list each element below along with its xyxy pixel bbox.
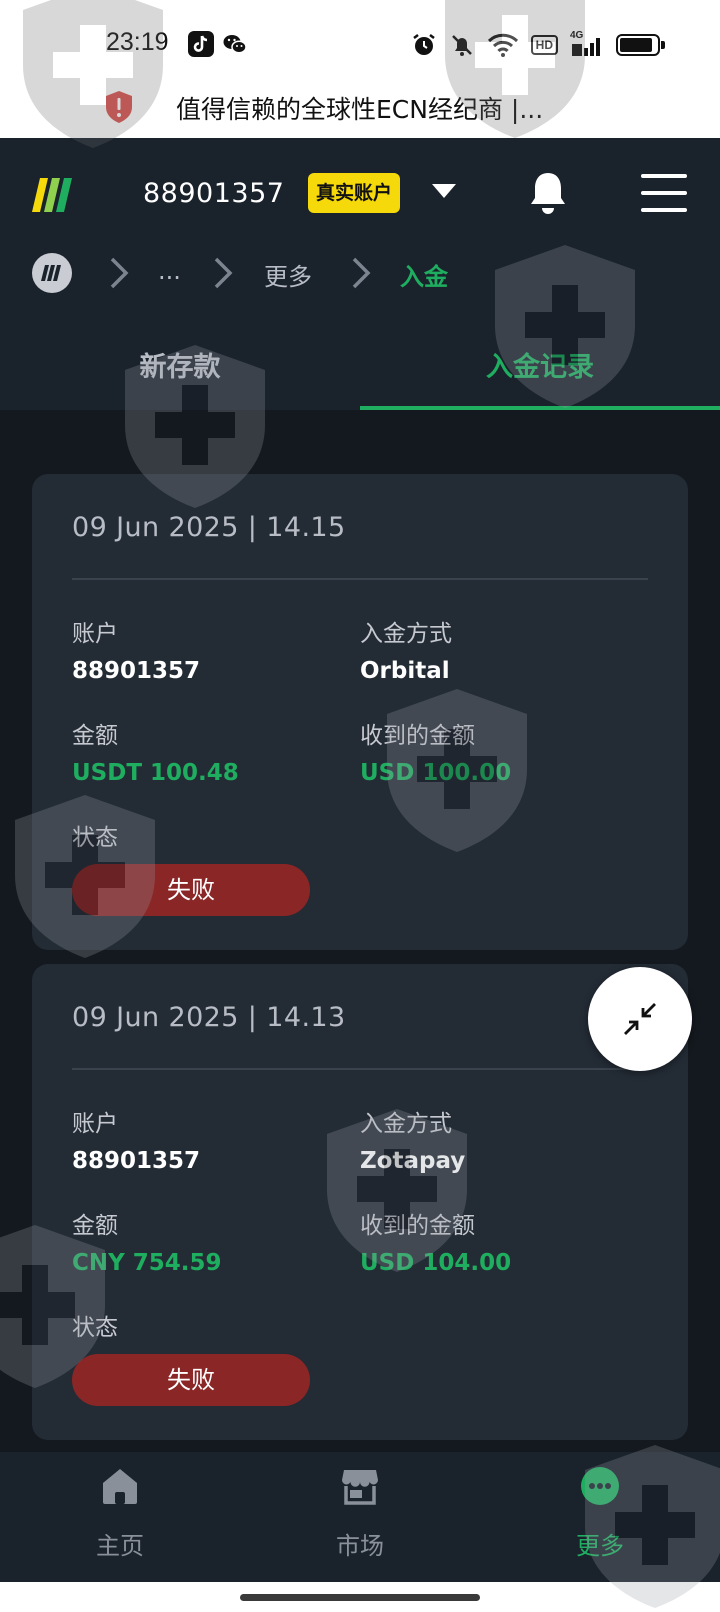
account-label: 账户 <box>72 621 118 647</box>
method-value: Zotapay <box>360 1148 466 1174</box>
received-label: 收到的金额 <box>360 1213 475 1239</box>
brand-logo[interactable] <box>32 178 72 212</box>
deposit-datetime: 09 Jun 2025 | 14.15 <box>72 512 346 543</box>
home-icon <box>103 1469 137 1504</box>
mute-icon <box>451 35 472 56</box>
collapse-arrows-icon <box>624 1003 656 1035</box>
status-label: 状态 <box>72 1315 118 1341</box>
tab-deposit-history[interactable]: 入金记录 <box>360 340 720 410</box>
bell-icon[interactable] <box>528 170 568 214</box>
account-value: 88901357 <box>72 1148 201 1174</box>
battery-fill <box>620 38 652 52</box>
amount-label: 金额 <box>72 1213 118 1239</box>
nav-item-more[interactable]: 更多 <box>480 1452 720 1582</box>
hd-icon: HD <box>530 35 558 55</box>
app-header: 88901357 真实账户 ... 更多 入金 新存款 入金记录 <box>0 138 720 410</box>
menu-icon[interactable] <box>641 174 687 212</box>
browser-title-bar: 值得信赖的全球性ECN经纪商 |... <box>0 80 720 138</box>
method-label: 入金方式 <box>360 1111 452 1137</box>
breadcrumb-current: 入金 <box>400 263 448 291</box>
amount-label: 金额 <box>72 723 118 749</box>
deposit-record-card: 09 Jun 2025 | 14.15 账户 88901357 入金方式 Orb… <box>32 474 688 950</box>
account-label: 账户 <box>72 1111 118 1137</box>
tiktok-icon <box>188 31 214 57</box>
security-warning-icon[interactable] <box>104 90 134 124</box>
deposit-datetime: 09 Jun 2025 | 14.13 <box>72 1002 346 1033</box>
tab-new-deposit[interactable]: 新存款 <box>0 340 360 410</box>
breadcrumb-more[interactable]: 更多 <box>264 257 312 292</box>
received-value: USD 100.00 <box>360 760 512 786</box>
received-value: USD 104.00 <box>360 1250 512 1276</box>
alarm-icon <box>412 34 435 55</box>
more-icon <box>581 1467 619 1505</box>
battery-icon <box>616 34 665 56</box>
nav-label-more: 更多 <box>576 1532 624 1560</box>
nav-item-home[interactable]: 主页 <box>0 1452 240 1582</box>
chevron-right-icon <box>352 257 371 289</box>
account-type-badge: 真实账户 <box>308 173 401 213</box>
amount-value: CNY 754.59 <box>72 1250 222 1276</box>
breadcrumb: ... 更多 入金 <box>0 243 720 303</box>
bottom-navigation: 主页 市场 更多 <box>0 1452 720 1582</box>
account-value: 88901357 <box>72 658 201 684</box>
market-icon <box>342 1470 378 1505</box>
status-label: 状态 <box>72 825 118 851</box>
nav-label-market: 市场 <box>336 1532 384 1560</box>
chevron-right-icon <box>110 257 129 289</box>
amount-value: USDT 100.48 <box>72 760 239 786</box>
wifi-icon <box>487 33 518 57</box>
divider <box>72 1068 648 1070</box>
collapse-button[interactable] <box>588 967 692 1071</box>
hd-label: HD <box>535 38 553 52</box>
home-indicator[interactable] <box>240 1594 480 1601</box>
breadcrumb-ellipsis[interactable]: ... <box>158 257 181 285</box>
status-icons: HD 4G <box>411 30 665 60</box>
page-title[interactable]: 值得信赖的全球性ECN经纪商 |... <box>176 90 543 126</box>
status-badge-failed: 失败 <box>72 1354 310 1406</box>
signal-4g-icon: 4G <box>570 30 604 58</box>
wechat-icon <box>222 31 248 57</box>
received-label: 收到的金额 <box>360 723 475 749</box>
method-label: 入金方式 <box>360 621 452 647</box>
deposit-record-card: 09 Jun 2025 | 14.13 账户 88901357 入金方式 Zot… <box>32 964 688 1440</box>
nav-item-market[interactable]: 市场 <box>240 1452 480 1582</box>
nav-label-home: 主页 <box>96 1532 144 1560</box>
status-time: 23:19 <box>106 28 169 56</box>
breadcrumb-home-icon[interactable] <box>32 253 72 293</box>
status-bar: 23:19 HD 4G <box>0 0 720 90</box>
status-badge-failed: 失败 <box>72 864 310 916</box>
divider <box>72 578 648 580</box>
account-number[interactable]: 88901357 <box>143 178 284 209</box>
method-value: Orbital <box>360 658 450 684</box>
caret-down-icon[interactable] <box>432 184 456 198</box>
gesture-bar <box>0 1582 720 1612</box>
chevron-right-icon <box>214 257 233 289</box>
